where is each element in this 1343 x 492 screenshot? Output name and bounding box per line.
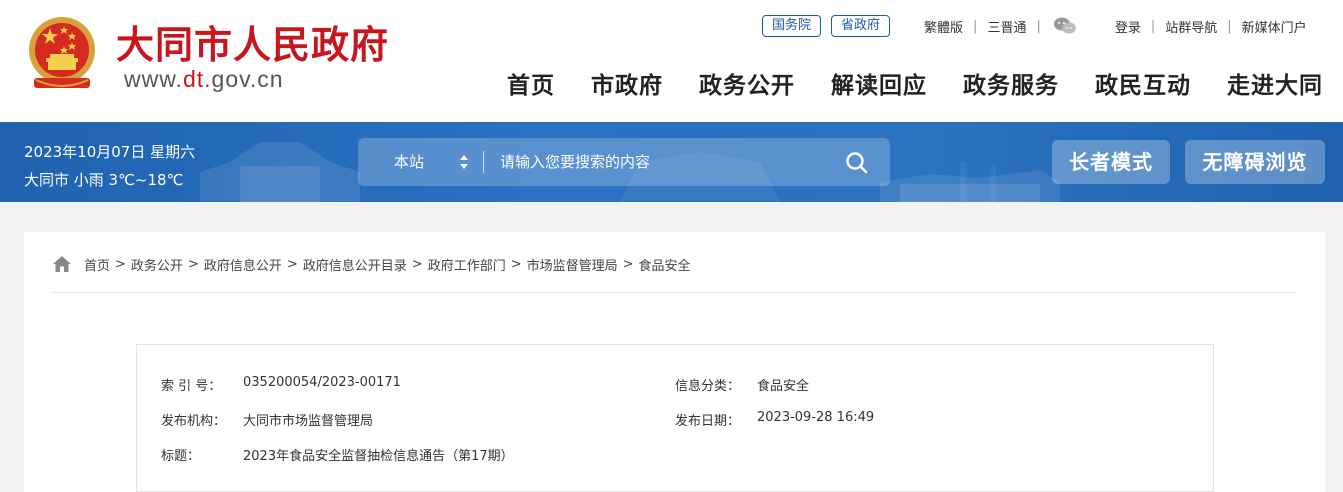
weather: 大同市 小雨 3℃~18℃ [24,171,184,189]
meta-title-label: 标题： [161,449,201,464]
breadcrumb-gov-info-open[interactable]: 政府信息公开 [204,255,282,274]
breadcrumb-home[interactable]: 首页 [84,255,110,274]
breadcrumb-divider [52,292,1297,293]
breadcrumb-separator: > [510,256,522,272]
nav-gov-affairs-open[interactable]: 政务公开 [699,66,795,100]
nav-city-gov[interactable]: 市政府 [591,66,663,100]
national-emblem-icon[interactable] [26,14,98,92]
breadcrumb-separator: > [286,256,298,272]
divider: | [1227,18,1232,34]
login-link[interactable]: 登录 [1115,17,1141,36]
meta-publisher-label: 发布机构： [161,414,227,429]
date-weather: 2023年10月07日 星期六 大同市 小雨 3℃~18℃ [24,138,195,194]
sort-arrows-icon[interactable] [458,153,470,171]
search-icon[interactable] [844,150,870,176]
nav-interaction[interactable]: 政民互动 [1095,66,1191,100]
breadcrumb-food-safety[interactable]: 食品安全 [639,255,691,274]
traditional-chinese-link[interactable]: 繁體版 [924,17,963,36]
meta-date-value: 2023-09-28 16:49 [757,410,875,425]
site-url: www.dt.gov.cn [124,66,284,93]
province-gov-link[interactable]: 省政府 [831,15,891,37]
breadcrumb-market-supervision[interactable]: 市场监督管理局 [527,255,618,274]
meta-date-label: 发布日期： [675,414,741,429]
url-prefix: www. [124,66,183,92]
guowuyuan-link[interactable]: 国务院 [762,15,822,37]
current-date: 2023年10月07日 星期六 [24,143,196,161]
accessible-browse-button[interactable]: 无障碍浏览 [1185,140,1325,184]
divider: | [973,18,978,34]
nav-gov-services[interactable]: 政务服务 [963,66,1059,100]
nav-about-datong[interactable]: 走进大同 [1227,66,1323,100]
content-panel: 首页 > 政务公开 > 政府信息公开 > 政府信息公开目录 > 政府工作部门 >… [24,232,1325,492]
breadcrumb: 首页 > 政务公开 > 政府信息公开 > 政府信息公开目录 > 政府工作部门 >… [52,254,691,274]
breadcrumb-gov-departments[interactable]: 政府工作部门 [428,255,506,274]
meta-publisher-value: 大同市市场监督管理局 [243,414,374,429]
site-header: 大同市人民政府 www.dt.gov.cn 国务院 省政府 繁體版 | 三晋通 … [0,0,1343,122]
new-media-link[interactable]: 新媒体门户 [1242,17,1307,36]
site-nav-link[interactable]: 站群导航 [1165,17,1217,36]
meta-index-value: 035200054/2023-00171 [243,375,401,390]
meta-index-label: 索 引 号： [161,379,222,394]
breadcrumb-info-catalog[interactable]: 政府信息公开目录 [303,255,407,274]
url-suffix: .gov.cn [204,66,284,92]
search-scope-select[interactable]: 本站 [394,138,424,186]
elder-mode-button[interactable]: 长者模式 [1052,140,1170,184]
sanjintong-link[interactable]: 三晋通 [987,17,1026,36]
divider: | [1036,18,1041,34]
meta-title-value: 2023年食品安全监督抽检信息通告（第17期） [243,449,514,464]
search-bar: 本站 [358,138,890,186]
nav-home[interactable]: 首页 [507,66,555,100]
wechat-icon[interactable] [1053,16,1077,36]
site-name[interactable]: 大同市人民政府 [116,14,389,69]
breadcrumb-separator: > [187,256,199,272]
document-meta-box: 索 引 号： 035200054/2023-00171 信息分类： 食品安全 发… [136,344,1214,492]
top-links: 国务院 省政府 繁體版 | 三晋通 | 登录 | 站群导航 | 新媒体门户 [762,14,1307,38]
breadcrumb-separator: > [622,256,634,272]
url-highlight: dt [182,66,205,92]
breadcrumb-separator: > [115,256,126,272]
meta-category-label: 信息分类： [675,379,741,394]
info-search-band: 2023年10月07日 星期六 大同市 小雨 3℃~18℃ 本站 长者模式 无障… [0,122,1343,202]
nav-interpretation[interactable]: 解读回应 [831,66,927,100]
search-divider [483,151,484,173]
search-input[interactable] [500,138,830,186]
home-icon[interactable] [52,255,72,273]
breadcrumb-gov-affairs-open[interactable]: 政务公开 [131,255,183,274]
meta-category-value: 食品安全 [757,379,810,394]
divider: | [1150,18,1156,34]
breadcrumb-separator: > [411,256,423,272]
main-nav: 首页 市政府 政务公开 解读回应 政务服务 政民互动 走进大同 [471,66,1323,100]
